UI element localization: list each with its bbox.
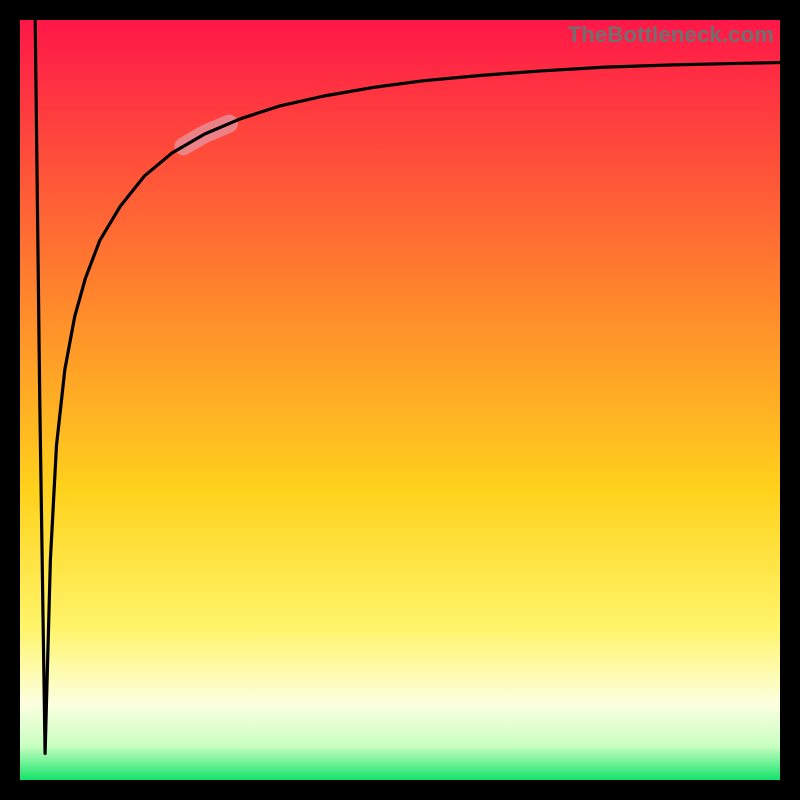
chart-canvas bbox=[20, 20, 780, 780]
chart-frame: TheBottleneck.com bbox=[0, 0, 800, 800]
gradient-background bbox=[20, 20, 780, 780]
plot-area: TheBottleneck.com bbox=[20, 20, 780, 780]
